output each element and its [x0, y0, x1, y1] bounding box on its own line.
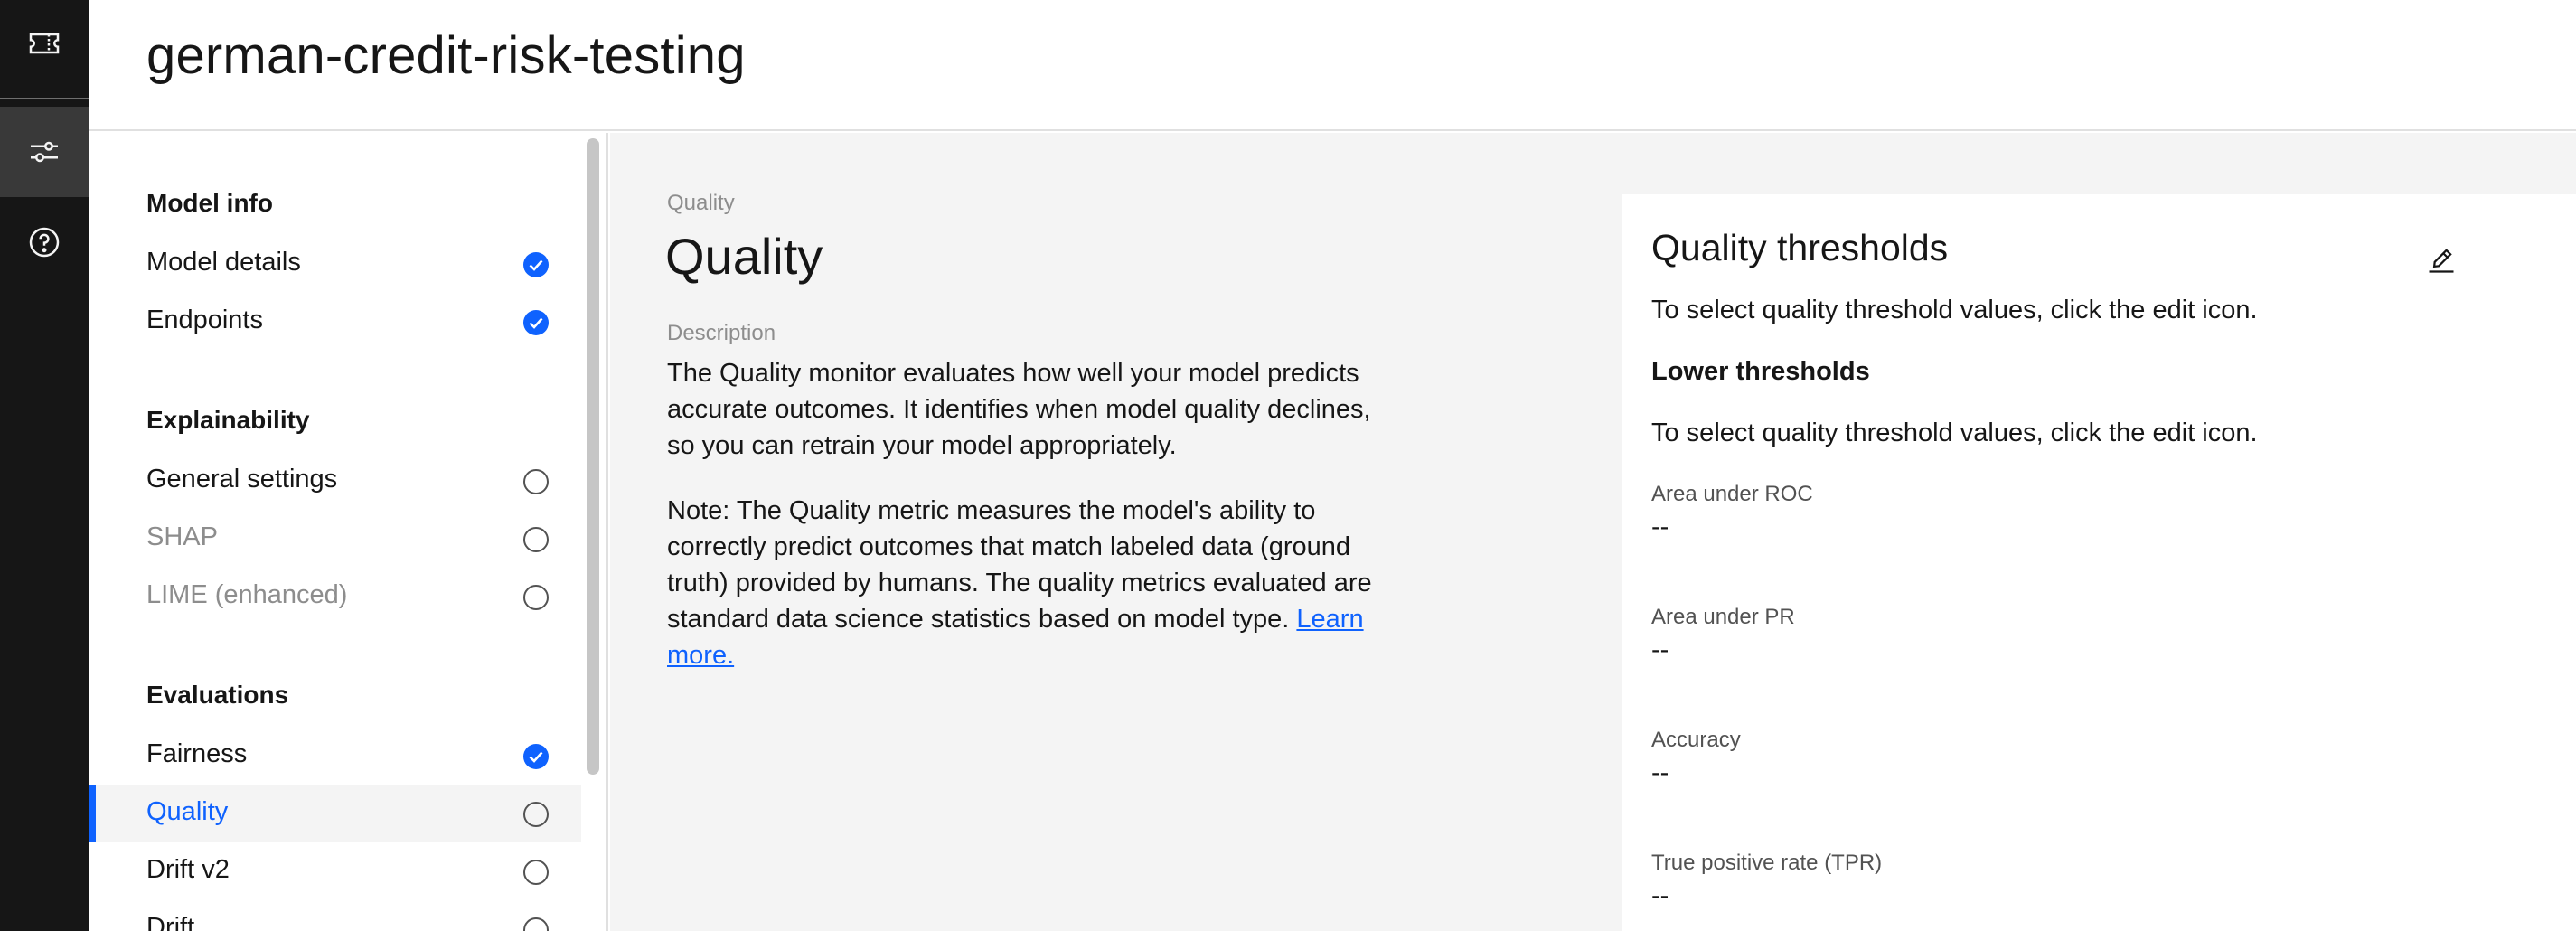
sidebar-item-label: SHAP — [146, 522, 218, 551]
metric-value-area-under-roc: -- — [1651, 513, 1669, 541]
circle-outline-icon — [523, 802, 549, 827]
ticket-icon — [29, 33, 60, 54]
sidebar-item-label: Drift v2 — [146, 855, 230, 884]
nav-heading-model-info: Model info — [146, 189, 273, 217]
checkmark-filled-icon — [523, 744, 549, 769]
metric-label-accuracy: Accuracy — [1651, 728, 1741, 752]
lower-thresholds-heading: Lower thresholds — [1651, 357, 1870, 386]
sidebar-item-drift[interactable]: Drift — [89, 900, 581, 931]
settings-adjust-icon — [31, 141, 58, 163]
sidebar-item-quality[interactable]: Quality — [89, 785, 581, 842]
thresholds-intro: To select quality threshold values, clic… — [1651, 296, 2258, 324]
metric-label-area-under-roc: Area under ROC — [1651, 482, 1813, 506]
sidebar-nav: Model info Model details Endpoints Expla… — [89, 133, 581, 931]
section-title: Quality — [665, 228, 823, 285]
edit-icon — [2429, 249, 2454, 273]
metric-label-tpr: True positive rate (TPR) — [1651, 851, 1883, 875]
sidebar-item-label: LIME (enhanced) — [146, 580, 348, 609]
metric-label-area-under-pr: Area under PR — [1651, 605, 1795, 629]
metric-value-area-under-pr: -- — [1651, 635, 1669, 664]
section-eyebrow: Quality — [667, 191, 735, 215]
circle-outline-icon — [523, 917, 549, 931]
help-icon — [29, 227, 60, 258]
card-title: Quality thresholds — [1651, 227, 1949, 268]
ticket-button[interactable] — [0, 0, 89, 87]
sidebar-item-shap: SHAP — [89, 510, 581, 568]
quality-thresholds-card: Quality thresholds To select quality thr… — [1622, 194, 2576, 931]
sidebar-item-drift-v2[interactable]: Drift v2 — [89, 842, 581, 900]
sidebar-item-fairness[interactable]: Fairness — [89, 727, 581, 785]
metric-value-accuracy: -- — [1651, 758, 1669, 787]
circle-outline-icon — [523, 860, 549, 885]
help-button[interactable] — [0, 199, 89, 286]
sidebar-item-endpoints[interactable]: Endpoints — [89, 293, 581, 351]
sidebar-item-model-details[interactable]: Model details — [89, 235, 581, 293]
description-text: The Quality monitor evaluates how well y… — [667, 359, 1371, 460]
page-header: german-credit-risk-testing — [89, 0, 2576, 131]
rail-divider — [0, 98, 89, 99]
circle-outline-icon — [523, 585, 549, 610]
sidebar-item-label: Fairness — [146, 739, 248, 768]
nav-heading-evaluations: Evaluations — [146, 681, 289, 709]
sidebar-item-label: General settings — [146, 465, 338, 494]
nav-heading-explainability: Explainability — [146, 406, 310, 434]
sidebar-item-label: Quality — [146, 797, 229, 826]
left-rail — [0, 0, 89, 931]
sidebar-item-label: Endpoints — [146, 306, 263, 334]
scrollbar-thumb[interactable] — [587, 138, 599, 775]
sidebar-item-lime-enhanced: LIME (enhanced) — [89, 568, 581, 625]
configure-button[interactable] — [0, 107, 89, 197]
checkmark-filled-icon — [523, 252, 549, 277]
checkmark-filled-icon — [523, 310, 549, 335]
description-label: Description — [667, 321, 776, 345]
note-text: Note: The Quality metric measures the mo… — [667, 493, 1390, 673]
sidebar-item-label: Drift — [146, 913, 195, 931]
sidebar-item-label: Model details — [146, 248, 301, 277]
page-title: german-credit-risk-testing — [146, 26, 746, 85]
circle-outline-icon — [523, 469, 549, 494]
lower-thresholds-intro: To select quality threshold values, clic… — [1651, 418, 2258, 447]
main-content: Quality Quality Description The Quality … — [610, 133, 2576, 931]
sidebar-scrollbar[interactable] — [581, 133, 608, 931]
note-body: Note: The Quality metric measures the mo… — [667, 496, 1372, 634]
edit-thresholds-button[interactable] — [2418, 236, 2465, 283]
metric-value-tpr: -- — [1651, 881, 1669, 910]
sidebar-item-general-settings[interactable]: General settings — [89, 452, 581, 510]
circle-outline-icon — [523, 527, 549, 552]
